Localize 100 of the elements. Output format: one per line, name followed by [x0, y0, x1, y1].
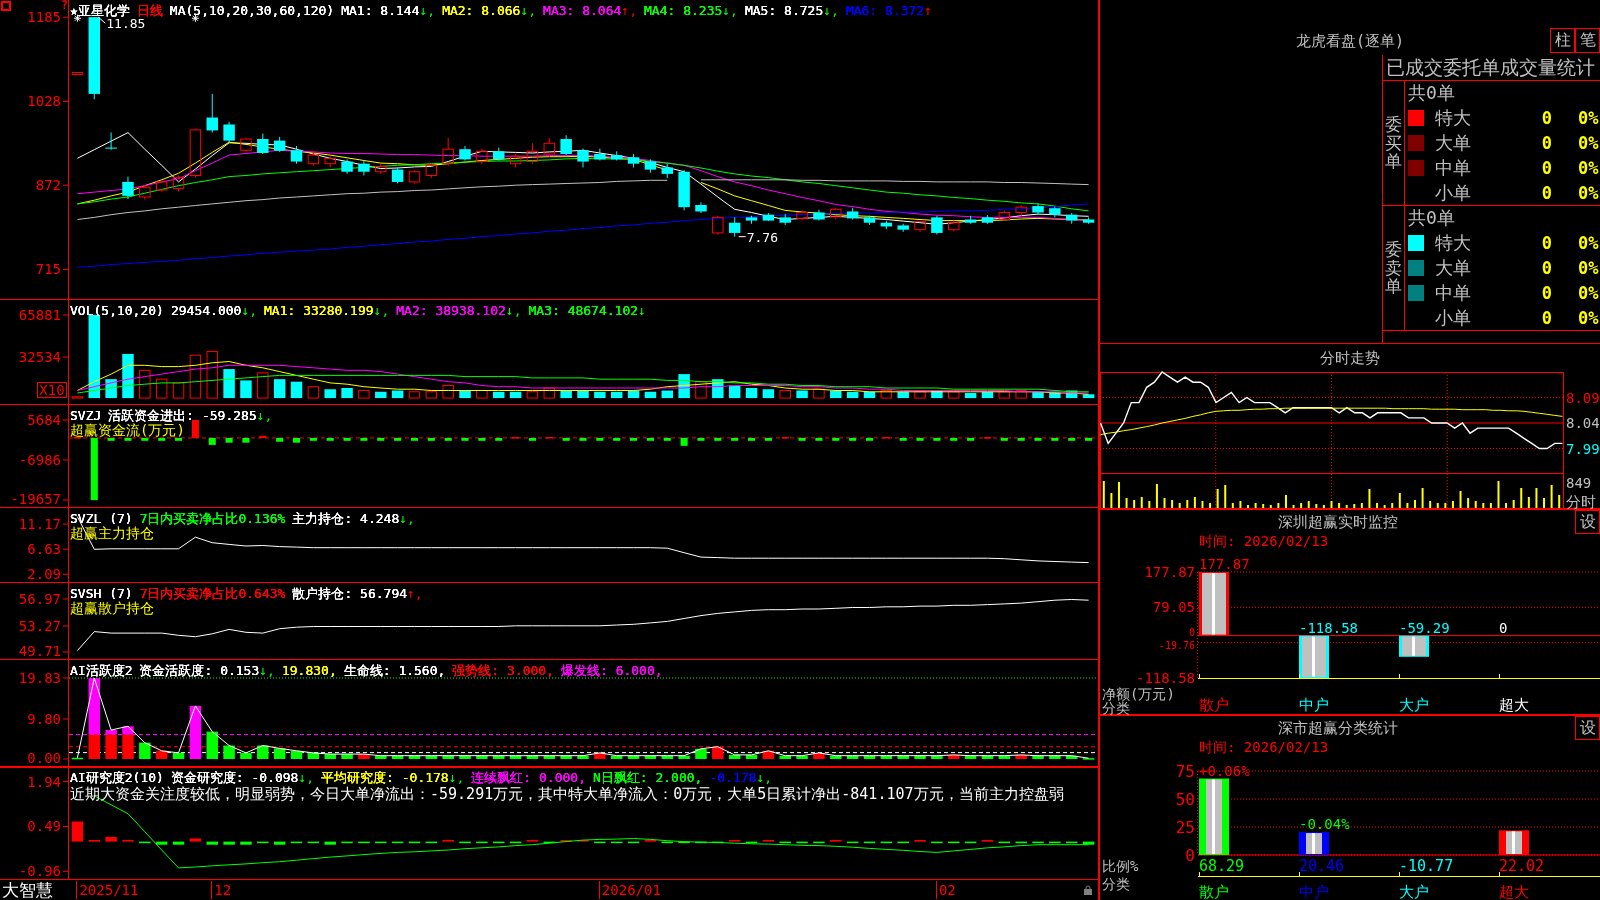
trend-arrow: ↓, — [256, 408, 273, 423]
section-title: 分时走势 — [1320, 348, 1380, 368]
indicator-label: 强势线: 3.000, — [452, 663, 554, 678]
legend-label: 超赢资金流(万元) — [70, 423, 185, 437]
indicator-label: MA3: 8.064 — [543, 3, 622, 18]
order-share: 0% — [1578, 182, 1599, 203]
axis-tick-label: 1028 — [27, 93, 61, 110]
axis-tick-label: 1185 — [27, 9, 61, 26]
volume-max-label: 849 — [1566, 475, 1592, 491]
axis-tick-label: 8.04 — [1566, 415, 1600, 431]
order-share: 0% — [1578, 132, 1599, 153]
indicator-label: 活跃资金进出: -59.285 — [108, 408, 257, 423]
order-count: 0 — [1540, 107, 1552, 128]
axis-tick-label: 53.27 — [18, 618, 61, 634]
axis-tick-label: 0 — [1185, 845, 1195, 865]
data-label: 177.87 — [1199, 556, 1250, 572]
price-annotation: 7.76 — [746, 229, 778, 245]
indicator-label: SVSH (7) — [70, 586, 133, 601]
category-label: 中户 — [1299, 696, 1329, 714]
axis-tick-label: 8.09 — [1566, 389, 1600, 406]
axis-title: 分类 — [1102, 700, 1130, 716]
indicator-label: 资金活跃度: 0.153 — [139, 663, 260, 678]
axis-tick-label: 50 — [1175, 789, 1195, 809]
trend-arrow: ↓, — [448, 770, 465, 785]
trend-arrow: ↑ — [924, 3, 932, 18]
order-share: 0% — [1578, 257, 1599, 278]
axis-title: 分类 — [1102, 876, 1130, 892]
indicator-label: MA6: 8.372 — [845, 3, 925, 18]
date-axis-label: 12 — [211, 881, 232, 899]
trend-arrow: ↓ — [638, 303, 646, 318]
analysis-text: 近期大资金关注度较低，明显弱势，今日大单净流出：-59.291万元，其中特大单净流入：0万元，大单5日累计净出-841.107万元，当前主力控盘弱 — [70, 785, 1064, 804]
time-label: 时间: 2026/02/13 — [1199, 739, 1329, 757]
trend-arrow: ↓, — [259, 663, 275, 678]
indicator-label: 19.830, — [281, 663, 337, 678]
indicator-label: AI活跃度2 — [70, 663, 133, 678]
indicator-label: MA1: 8.144 — [341, 3, 420, 18]
panel-title: 龙虎看盘(逐单) — [1295, 31, 1405, 51]
axis-title: 比例% — [1102, 858, 1139, 874]
axis-tick-label: 0.49 — [27, 818, 61, 835]
data-label: -118.58 — [1299, 619, 1358, 636]
indicator-label: 主力持仓: 4.248 — [292, 511, 400, 526]
order-share: 0% — [1578, 232, 1599, 253]
category-label: 散户 — [1199, 696, 1229, 714]
date-axis-label: 2025/11 — [76, 881, 139, 899]
axis-tick-label: 32534 — [18, 349, 61, 366]
section-title: 深市超赢分类统计 — [1277, 718, 1398, 738]
indicator-label: 平均研究度: -0.178 — [321, 770, 449, 785]
date-axis-label: 2026/01 — [598, 881, 661, 899]
axis-tick-label: 25 — [1175, 817, 1195, 837]
axis-tick-label: 0 — [1188, 627, 1195, 639]
indicator-label: MA5: 8.725 — [744, 3, 824, 18]
order-count: 0 — [1540, 232, 1552, 253]
indicator-label: MA(5,10,20,30,60,120) — [169, 3, 335, 18]
order-count: 0 — [1540, 182, 1552, 203]
side-label: 委买单 — [1385, 114, 1402, 172]
order-size-label: 大单 — [1435, 130, 1472, 155]
trend-arrow: ↓, — [241, 303, 258, 318]
date-axis-label: 02 — [935, 881, 956, 899]
trend-arrow: ↓, — [373, 303, 390, 318]
trend-arrow: ↓, — [823, 3, 839, 18]
axis-tick-label: 715 — [35, 261, 61, 278]
indicator-label: MA2: 8.066 — [442, 3, 521, 18]
axis-tick-label: 79.05 — [1152, 599, 1195, 616]
order-share: 0% — [1578, 282, 1599, 303]
axis-tick-label: -0.96 — [18, 863, 61, 879]
order-size-label: 特大 — [1435, 230, 1472, 255]
section-title: 深圳超赢实时监控 — [1277, 512, 1398, 532]
data-label: -59.29 — [1399, 619, 1450, 636]
time-label: 时间: 2026/02/13 — [1199, 533, 1329, 551]
axis-tick-label: 872 — [35, 177, 61, 194]
axis-tick-label: 65881 — [18, 307, 61, 323]
trend-arrow: ↓, — [505, 303, 522, 318]
group-total: 共0单 — [1408, 206, 1455, 230]
axis-tick-label: 19.83 — [18, 670, 61, 686]
indicator-label: VOL(5,10,20) — [70, 303, 164, 318]
axis-tick-label: 75 — [1175, 761, 1195, 781]
order-size-label: 特大 — [1435, 105, 1472, 130]
indicator-label: 散户持仓: 56.794 — [292, 586, 408, 601]
indicator-label: SVZL (7) — [70, 511, 133, 526]
side-label: 委卖单 — [1385, 239, 1402, 297]
axis-tick-label: -19657 — [10, 491, 61, 507]
axis-tick-label: 49.71 — [18, 643, 61, 659]
axis-tick-label: 9.80 — [27, 710, 61, 727]
trend-arrow: ↓, — [419, 3, 436, 18]
axis-tick-label: 1.94 — [27, 773, 61, 790]
indicator-label: 爆发线: 6.000, — [561, 663, 663, 678]
table-title: 已成交委托单成交量统计 — [1386, 54, 1595, 80]
data-label: -10.77 — [1399, 857, 1454, 875]
order-share: 0% — [1578, 107, 1599, 128]
indicator-label: 7日内买卖净占比0.136% — [139, 511, 286, 526]
change-label: +0.06% — [1199, 762, 1250, 779]
indicator-label: 日线 — [136, 3, 163, 18]
indicator-label: MA3: 48674.102 — [528, 303, 639, 318]
trend-arrow: ↓, — [756, 770, 773, 785]
indicator-label: 29454.000 — [170, 303, 242, 318]
order-count: 0 — [1540, 257, 1552, 278]
indicator-label: 资金研究度: -0.098 — [170, 770, 299, 785]
axis-tick-label: 7.99 — [1566, 440, 1600, 457]
chart-mode-label: 分时 — [1566, 493, 1596, 511]
indicator-label: 生命线: 1.560, — [343, 663, 446, 678]
